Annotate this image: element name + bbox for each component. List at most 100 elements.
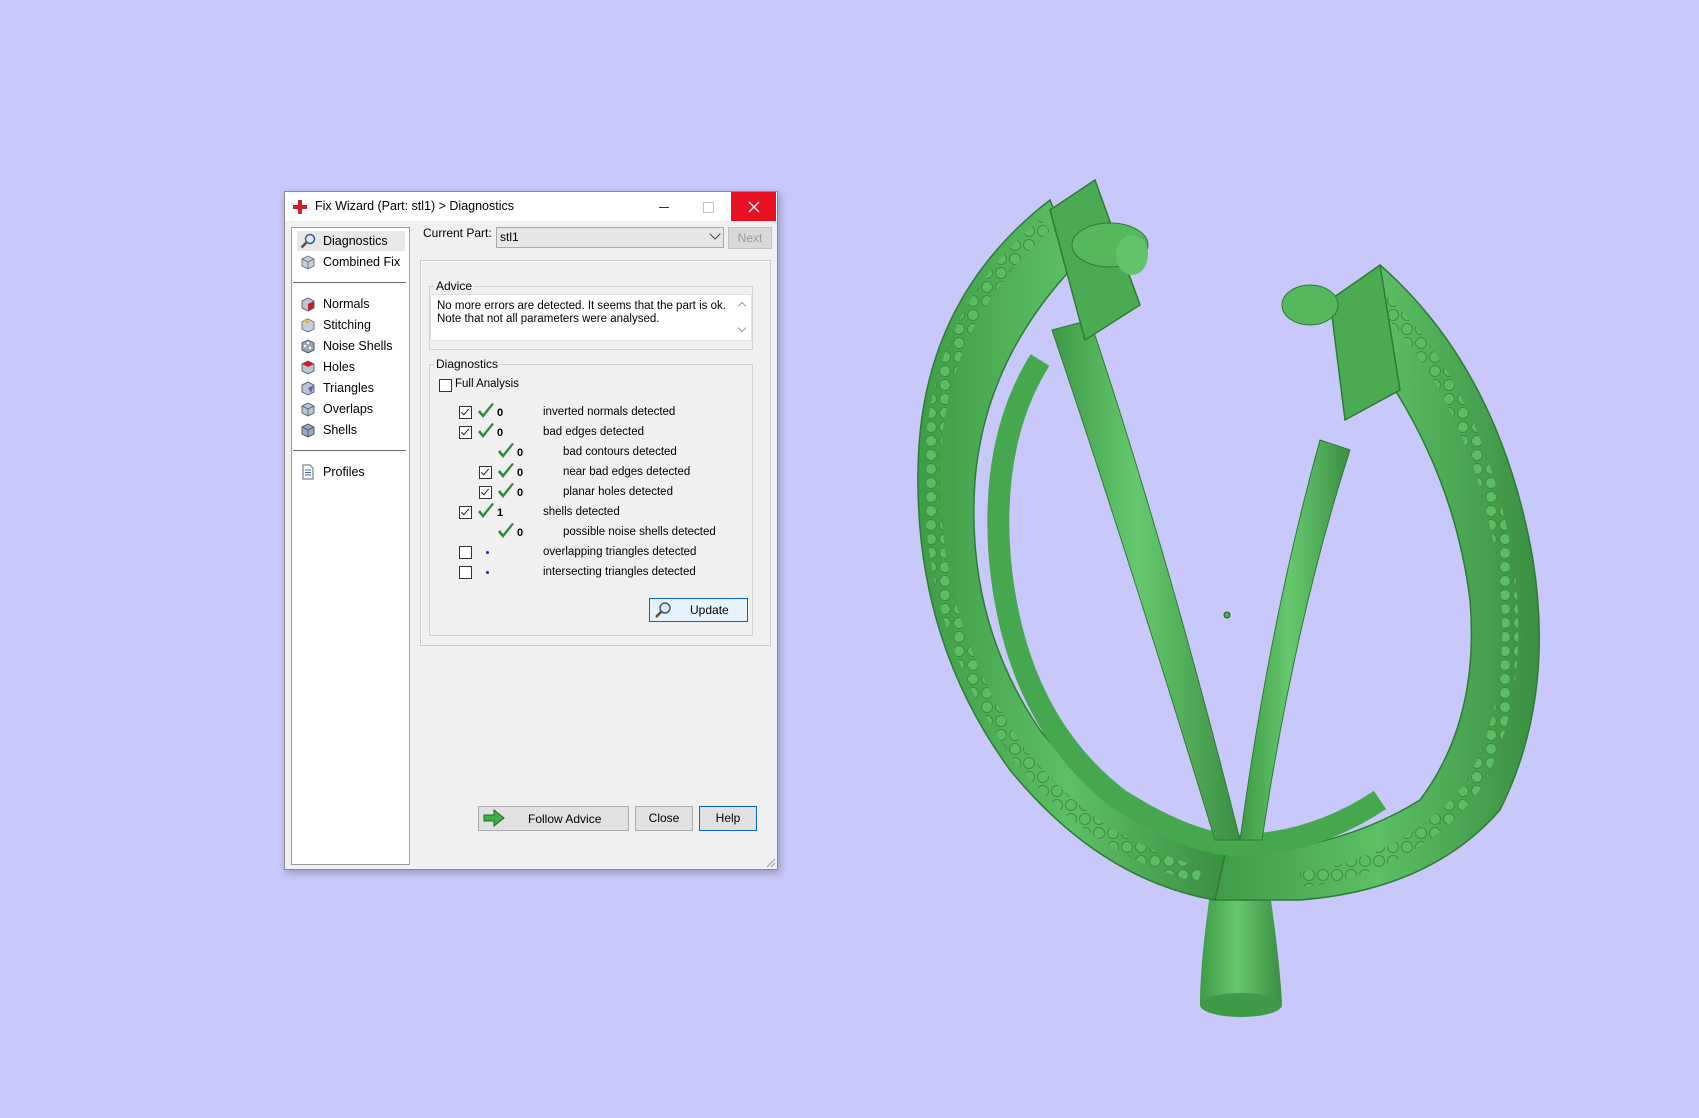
nav-item-shells[interactable]: Shells [297, 420, 405, 440]
current-part-select[interactable]: stl1 [496, 227, 724, 248]
scroll-up-icon[interactable] [737, 301, 747, 311]
close-icon [748, 201, 759, 213]
diagnostic-count: 0 [517, 467, 524, 479]
nav-divider [293, 282, 406, 284]
noise-shells-cube-icon [301, 339, 315, 354]
magnifier-icon [655, 602, 671, 618]
diagnostic-label: bad edges detected [543, 426, 645, 438]
scroll-down-icon[interactable] [737, 323, 747, 333]
nav-item-label: Normals [323, 297, 370, 311]
title-bar[interactable]: Fix Wizard (Part: stl1) > Diagnostics [285, 192, 777, 221]
diagnostic-checkbox[interactable] [479, 466, 492, 479]
green-check-icon [498, 523, 514, 538]
nav-item-label: Holes [323, 360, 355, 374]
full-analysis-label: Full Analysis [455, 378, 519, 390]
holes-cube-icon [301, 360, 315, 375]
nav-item-label: Shells [323, 423, 358, 437]
close-window-button[interactable] [731, 192, 776, 221]
nav-item-stitching[interactable]: Stitching [297, 315, 405, 335]
shells-cube-icon [301, 423, 315, 438]
advice-text: No more errors are detected. It seems th… [437, 300, 726, 325]
fix-wizard-dialog: Fix Wizard (Part: stl1) > Diagnostics Di… [284, 191, 778, 870]
green-check-icon [478, 423, 494, 438]
diagnostic-label: bad contours detected [563, 446, 677, 458]
pending-dot-icon [486, 551, 489, 554]
ring-model[interactable] [0, 0, 1699, 1118]
stitching-cube-icon [301, 318, 315, 333]
diagnostic-label: inverted normals detected [543, 406, 676, 418]
nav-item-label: Combined Fix [323, 255, 401, 269]
minimize-icon [658, 206, 669, 208]
nav-divider [293, 450, 406, 452]
advice-group-title: Advice [434, 279, 475, 293]
diagnostic-count: 0 [517, 527, 524, 539]
document-icon [302, 464, 314, 480]
nav-item-overlaps[interactable]: Overlaps [297, 399, 405, 419]
cube-icon [301, 255, 315, 270]
nav-item-triangles[interactable]: Triangles [297, 378, 405, 398]
green-check-icon [498, 443, 514, 458]
diagnostic-count: 0 [497, 427, 504, 439]
advice-scrollbar[interactable] [735, 297, 749, 337]
wizard-navigation: Diagnostics Combined Fix Normals Stitchi… [291, 227, 410, 865]
diagnostics-group-title: Diagnostics [434, 357, 501, 371]
diagnostic-count: 1 [497, 507, 504, 519]
nav-item-diagnostics[interactable]: Diagnostics [297, 231, 405, 251]
nav-item-label: Diagnostics [323, 234, 388, 248]
diagnostic-checkbox[interactable] [459, 406, 472, 419]
green-arrow-icon [483, 809, 505, 827]
follow-advice-button[interactable]: Follow Advice [478, 806, 629, 831]
follow-advice-label: Follow Advice [528, 812, 602, 826]
diagnostic-count: 0 [497, 407, 504, 419]
full-analysis-checkbox[interactable] [439, 379, 452, 392]
diagnostic-checkbox[interactable] [459, 506, 472, 519]
minimize-button[interactable] [641, 192, 686, 221]
nav-item-label: Noise Shells [323, 339, 393, 353]
nav-item-holes[interactable]: Holes [297, 357, 405, 377]
nav-item-normals[interactable]: Normals [297, 294, 405, 314]
close-button[interactable]: Close [635, 806, 693, 831]
nav-item-profiles[interactable]: Profiles [297, 462, 405, 482]
update-button[interactable]: Update [649, 598, 748, 622]
window-title: Fix Wizard (Part: stl1) > Diagnostics [315, 199, 515, 213]
advice-textbox[interactable]: No more errors are detected. It seems th… [430, 294, 752, 341]
green-check-icon [478, 503, 494, 518]
diagnostic-label: near bad edges detected [563, 466, 691, 478]
diagnostic-label: shells detected [543, 506, 620, 518]
help-button[interactable]: Help [699, 806, 757, 831]
nav-item-label: Overlaps [323, 402, 374, 416]
current-part-value: stl1 [500, 230, 519, 244]
green-check-icon [478, 403, 494, 418]
nav-item-label: Stitching [323, 318, 371, 332]
diagnostic-label: intersecting triangles detected [543, 566, 696, 578]
magnifier-icon [300, 233, 316, 249]
pending-dot-icon [486, 571, 489, 574]
diagnostic-checkbox[interactable] [459, 566, 472, 579]
diagnostic-count: 0 [517, 447, 524, 459]
green-check-icon [498, 463, 514, 478]
normals-cube-icon [301, 297, 315, 312]
triangles-cube-icon [301, 381, 315, 396]
diagnostic-checkbox[interactable] [479, 486, 492, 499]
diagnostic-checkbox[interactable] [459, 546, 472, 559]
chevron-down-icon [709, 228, 721, 240]
diagnostic-label: overlapping triangles detected [543, 546, 697, 558]
3d-viewport[interactable] [0, 0, 1699, 1118]
resize-grip-icon[interactable] [764, 856, 776, 868]
maximize-icon [703, 201, 714, 213]
nav-item-label: Triangles [323, 381, 374, 395]
current-part-label: Current Part: [423, 226, 492, 240]
diagnostic-count: 0 [517, 487, 524, 499]
nav-item-noise-shells[interactable]: Noise Shells [297, 336, 405, 356]
red-cross-icon [293, 200, 307, 214]
diagnostic-checkbox[interactable] [459, 426, 472, 439]
nav-item-label: Profiles [323, 465, 365, 479]
diagnostic-label: possible noise shells detected [563, 526, 716, 538]
nav-item-combined-fix[interactable]: Combined Fix [297, 252, 405, 272]
update-label: Update [690, 603, 729, 617]
maximize-button[interactable] [686, 192, 731, 221]
next-button[interactable]: Next [728, 227, 772, 249]
overlaps-cube-icon [301, 402, 315, 417]
green-check-icon [498, 483, 514, 498]
diagnostic-label: planar holes detected [563, 486, 673, 498]
